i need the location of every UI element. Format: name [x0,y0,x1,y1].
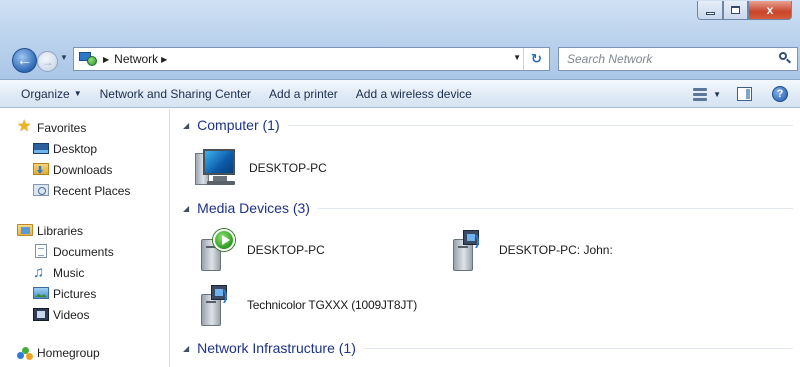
nav-documents[interactable]: Documents [0,241,169,262]
command-bar: Organize ▼ Network and Sharing Center Ad… [0,80,800,108]
breadcrumb-network[interactable]: Network [114,52,158,66]
chevron-down-icon: ▼ [73,89,82,98]
group-title: Network Infrastructure (1) [197,340,356,356]
refresh-icon: ↻ [531,51,542,66]
media-item-technicolor[interactable]: ) Technicolor TGXXX (1009JT8JT) [197,281,417,329]
nav-downloads[interactable]: Downloads [0,159,169,180]
search-box[interactable] [558,47,798,71]
music-icon: ♫ [33,264,45,281]
media-item-desktop-pc[interactable]: DESKTOP-PC [197,226,325,274]
help-icon[interactable]: ? [772,86,788,102]
change-view-icon[interactable] [693,87,708,101]
item-label: DESKTOP-PC [247,243,325,257]
nav-homegroup-label: Homegroup [37,345,100,360]
nav-videos[interactable]: Videos [0,304,169,325]
media-server-device-icon: ) [197,284,239,326]
arrow-left-icon: ← [16,51,33,69]
group-divider [317,207,793,209]
back-button[interactable]: ← [12,48,37,73]
close-button[interactable]: x [748,1,792,20]
group-divider [287,124,793,126]
homegroup-group: Homegroup [0,325,169,363]
maximize-button[interactable] [723,1,748,20]
nav-music[interactable]: ♫ Music [0,262,169,283]
item-label: DESKTOP-PC [249,161,327,175]
network-sharing-center-button[interactable]: Network and Sharing Center [91,83,260,105]
organize-button[interactable]: Organize ▼ [0,83,91,105]
recent-pages-dropdown[interactable]: ▼ [60,53,68,62]
add-wireless-device-button[interactable]: Add a wireless device [347,83,481,105]
nav-libraries[interactable]: Libraries [0,220,169,241]
media-player-device-icon [197,229,239,271]
content-area: ◢ Computer (1) DESKTOP-PC ◢ Media Device… [171,109,800,367]
nav-libraries-label: Libraries [37,223,84,238]
chevron-down-icon[interactable]: ▼ [713,90,721,99]
computer-icon [193,147,241,189]
media-server-device-icon: ) [449,229,491,271]
forward-button[interactable]: → [37,51,58,72]
nav-desktop[interactable]: Desktop [0,138,169,159]
collapse-triangle-icon[interactable]: ◢ [183,121,189,130]
downloads-folder-icon [33,163,49,175]
organize-label: Organize [21,86,70,101]
nav-favorites[interactable]: ★ Favorites [0,117,169,138]
nav-homegroup[interactable]: Homegroup [0,342,169,363]
collapse-triangle-icon[interactable]: ◢ [183,204,189,213]
nav-music-label: Music [53,265,85,280]
videos-icon [33,308,49,321]
network-icon [78,49,100,69]
add-printer-button[interactable]: Add a printer [260,83,347,105]
computer-item-desktop-pc[interactable]: DESKTOP-PC [193,144,327,192]
nav-downloads-label: Downloads [53,162,113,177]
favorites-group: ★ Favorites Desktop Downloads Recent Pla… [0,109,169,201]
nav-pictures-label: Pictures [53,286,97,301]
group-header-computer[interactable]: ◢ Computer (1) [183,115,793,135]
libraries-group: Libraries Documents ♫ Music Pictures Vid… [0,201,169,325]
close-icon: x [766,3,774,17]
window-controls: x [697,1,792,20]
item-label: Technicolor TGXXX (1009JT8JT) [247,298,418,312]
group-title: Media Devices (3) [197,200,310,216]
navigation-row: ← → ▼ ▶ Network ▶ ▼ ↻ [0,44,800,74]
arrow-right-icon: → [41,54,54,69]
search-icon[interactable] [779,52,791,64]
navigation-pane: ★ Favorites Desktop Downloads Recent Pla… [0,109,170,367]
nav-recent-places[interactable]: Recent Places [0,180,169,201]
recent-places-icon [33,184,49,196]
homegroup-icon [17,347,34,361]
desktop-icon [33,143,49,154]
address-dropdown-icon[interactable]: ▼ [513,53,521,62]
collapse-triangle-icon[interactable]: ◢ [183,344,189,353]
nav-desktop-label: Desktop [53,141,98,156]
preview-pane-icon[interactable] [737,87,752,101]
command-bar-right: ▼ ? [693,80,800,108]
pictures-icon [33,287,49,299]
documents-icon [35,244,47,258]
nav-favorites-label: Favorites [37,120,87,135]
window-titlebar: x ← → ▼ ▶ Network ▶ ▼ ↻ [0,0,800,80]
media-item-desktop-pc-john[interactable]: ) DESKTOP-PC: John: [449,226,613,274]
group-header-network-infrastructure[interactable]: ◢ Network Infrastructure (1) [183,338,793,358]
nav-videos-label: Videos [53,307,90,322]
chevron-right-icon[interactable]: ▶ [161,55,167,64]
group-title: Computer (1) [197,117,280,133]
chevron-right-icon[interactable]: ▶ [103,55,109,64]
group-header-media-devices[interactable]: ◢ Media Devices (3) [183,198,793,218]
nav-pictures[interactable]: Pictures [0,283,169,304]
item-label: DESKTOP-PC: John: [499,243,613,257]
minimize-button[interactable] [697,1,723,20]
nav-documents-label: Documents [53,244,114,259]
star-icon: ★ [17,118,32,135]
search-input[interactable] [567,52,767,66]
refresh-button[interactable]: ↻ [523,48,549,70]
maximize-icon [731,6,740,14]
group-divider [363,347,793,349]
minimize-icon [705,11,715,15]
libraries-icon [17,224,33,236]
address-bar[interactable]: ▶ Network ▶ ▼ ↻ [73,47,550,71]
nav-recent-places-label: Recent Places [53,183,131,198]
